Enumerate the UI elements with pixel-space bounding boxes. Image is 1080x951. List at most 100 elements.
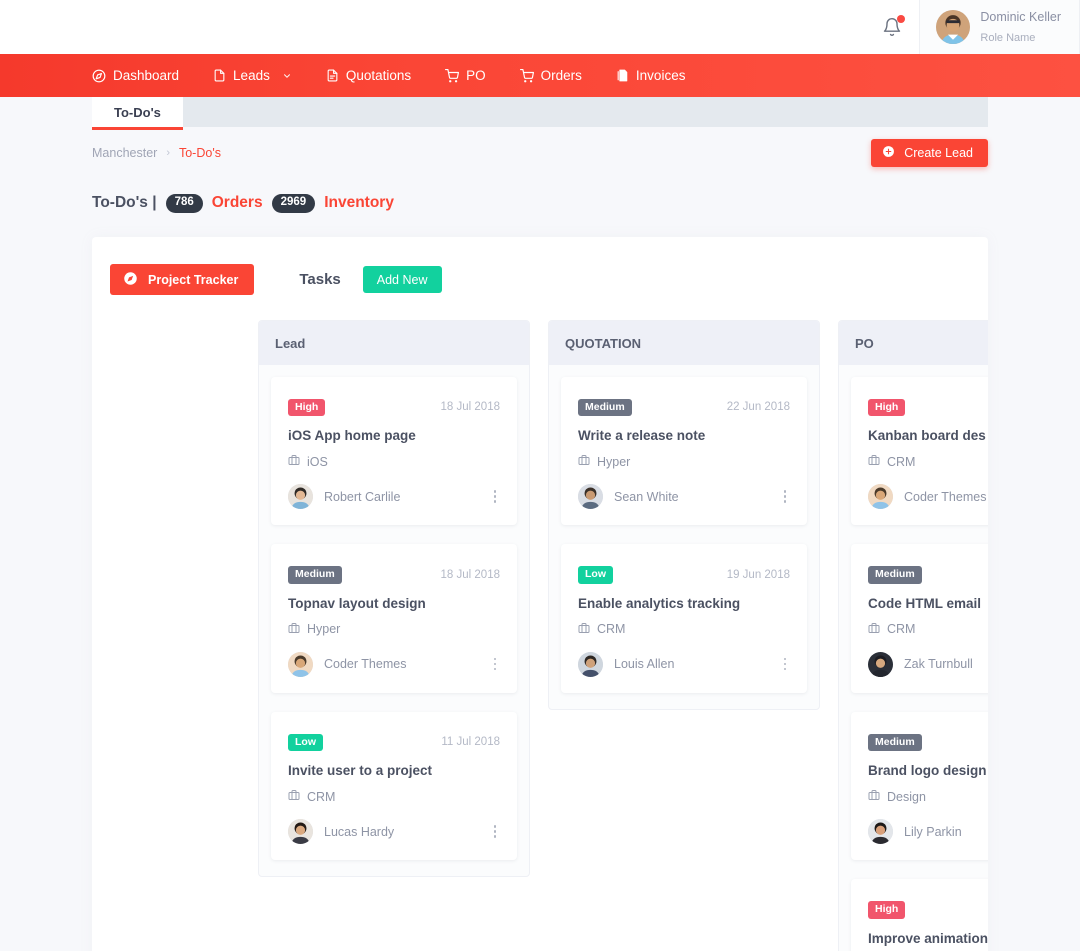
priority-badge: Medium: [868, 566, 922, 584]
notification-badge-dot: [897, 15, 906, 23]
cart-icon: [445, 68, 460, 83]
task-title: Enable analytics tracking: [578, 595, 741, 611]
task-card[interactable]: HighImprove animationCRMRiley Steele: [851, 879, 988, 951]
task-assignee: Zak Turnbull: [868, 651, 973, 677]
create-lead-button[interactable]: Create Lead: [871, 139, 988, 167]
add-new-button[interactable]: Add New: [362, 266, 442, 293]
task-card[interactable]: Low 11 Jul 2018 Invite user to a project CR…: [271, 711, 517, 860]
task-assignee-name: Lucas Hardy: [324, 824, 395, 839]
project-tracker-label: Project Tracker: [148, 272, 239, 287]
user-profile-menu[interactable]: Dominic Keller Role Name: [919, 0, 1080, 54]
task-card[interactable]: High Kanban board des CRM Coder Themes: [851, 376, 988, 525]
tasks-title: Tasks: [299, 271, 341, 288]
task-assignee-name: Zak Turnbull: [904, 657, 973, 671]
task-card-footer: Robert Carlile: [288, 484, 500, 509]
task-menu-button[interactable]: [490, 486, 501, 507]
nav-item-dashboard[interactable]: Dashboard: [92, 54, 196, 97]
nav-item-leads[interactable]: Leads: [196, 54, 309, 97]
task-title: Improve animation: [868, 930, 988, 946]
document-icon: [326, 68, 339, 83]
briefcase-icon: [868, 454, 880, 469]
tab-todos[interactable]: To-Do's: [92, 97, 183, 130]
task-menu-button[interactable]: [490, 821, 501, 842]
task-assignee: Coder Themes: [288, 651, 406, 677]
notifications-button[interactable]: [865, 0, 919, 54]
chevron-down-icon: [282, 71, 292, 81]
task-card-header: Low 11 Jul 2018: [288, 733, 500, 751]
task-title: Invite user to a project: [288, 763, 433, 778]
nav-item-invoices[interactable]: Invoices: [599, 54, 703, 97]
task-card-header: High: [868, 398, 988, 416]
avatar: [578, 484, 603, 509]
panel-header: Project Tracker Tasks Add New: [92, 257, 988, 303]
kanban-board: Lead High 18 Jul 2018 iOS App home page iOS R…: [92, 303, 988, 951]
task-card-footer: Coder Themes: [288, 651, 501, 677]
task-project: Hyper: [288, 622, 500, 637]
task-project-label: Hyper: [597, 454, 631, 469]
top-bar: Dominic Keller Role Name: [0, 0, 1080, 54]
priority-badge: Medium: [868, 733, 922, 751]
task-card[interactable]: Medium 22 Jun 2018 Write a release note Hyp…: [561, 376, 807, 525]
summary-orders-link[interactable]: Orders: [212, 194, 263, 212]
avatar: [868, 819, 893, 844]
avatar: [868, 484, 893, 509]
compass-check-icon: [123, 271, 138, 289]
nav-item-po[interactable]: PO: [428, 54, 503, 97]
task-menu-button[interactable]: [780, 486, 791, 507]
nav-item-orders[interactable]: Orders: [503, 54, 599, 97]
create-lead-label: Create Lead: [904, 146, 973, 160]
priority-badge: Medium: [288, 566, 342, 584]
kanban-column-title: PO: [839, 320, 988, 365]
avatar: [288, 819, 313, 844]
nav-item-quotations[interactable]: Quotations: [309, 54, 428, 97]
task-card[interactable]: Low 19 Jun 2018 Enable analytics tracking C…: [561, 544, 807, 693]
task-card-footer: Lily Parkin: [868, 819, 988, 844]
task-card[interactable]: High 18 Jul 2018 iOS App home page iOS Rober…: [271, 376, 517, 525]
task-project: CRM: [868, 622, 988, 637]
summary-row: To-Do's | 786 Orders 2969 Inventory: [0, 176, 1080, 213]
tab-strip: To-Do's: [0, 97, 1080, 130]
briefcase-icon: [868, 789, 880, 804]
task-project: Design: [868, 789, 988, 804]
task-project-label: Hyper: [307, 622, 341, 636]
avatar: [288, 651, 313, 677]
summary-inventory-link[interactable]: Inventory: [324, 194, 394, 212]
task-menu-button[interactable]: [490, 654, 501, 675]
nav-label: Invoices: [635, 68, 686, 83]
task-assignee: Lily Parkin: [868, 819, 962, 844]
avatar: [578, 651, 603, 677]
briefcase-icon: [868, 622, 880, 637]
task-title: Brand logo design: [868, 763, 987, 778]
task-assignee-name: Lily Parkin: [904, 824, 962, 839]
nav-label: Dashboard: [113, 68, 180, 83]
task-project-label: Design: [887, 789, 926, 804]
kanban-column-title: QUOTATION: [549, 320, 819, 365]
task-card[interactable]: Medium Code HTML email CRM Zak Turnbull: [851, 544, 988, 693]
task-project-label: CRM: [307, 789, 336, 804]
kanban-column-body: High 18 Jul 2018 iOS App home page iOS Rober…: [259, 365, 529, 860]
summary-orders-count: 2969: [271, 194, 316, 213]
task-card-header: High 18 Jul 2018: [288, 398, 500, 416]
file-icon: [213, 68, 226, 83]
kanban-column: Lead High 18 Jul 2018 iOS App home page iOS R…: [258, 319, 530, 877]
task-project: CRM: [868, 454, 988, 469]
invoice-icon: [616, 68, 629, 83]
task-project: CRM: [288, 789, 500, 804]
priority-badge: High: [288, 398, 326, 416]
task-card-footer: Sean White: [578, 484, 790, 509]
task-card-header: Medium 18 Jul 2018: [288, 566, 500, 584]
nav-label: Orders: [540, 68, 582, 83]
breadcrumb-parent[interactable]: Manchester: [92, 146, 157, 160]
task-menu-button[interactable]: [780, 654, 791, 675]
priority-badge: High: [868, 398, 906, 416]
task-card-footer: Zak Turnbull: [868, 651, 988, 677]
avatar: [936, 10, 971, 44]
breadcrumb: Manchester › To-Do's: [92, 146, 221, 160]
summary-todos-label: To-Do's |: [92, 194, 157, 212]
task-card[interactable]: Medium 18 Jul 2018 Topnav layout design Hyp…: [271, 544, 517, 693]
avatar: [868, 651, 893, 677]
task-title: Code HTML email: [868, 595, 982, 611]
project-tracker-button[interactable]: Project Tracker: [110, 264, 255, 295]
kanban-column: PO High Kanban board des CRM Coder Themes Med…: [838, 319, 988, 951]
task-card[interactable]: Medium Brand logo design Design Lily Parkin: [851, 711, 988, 860]
